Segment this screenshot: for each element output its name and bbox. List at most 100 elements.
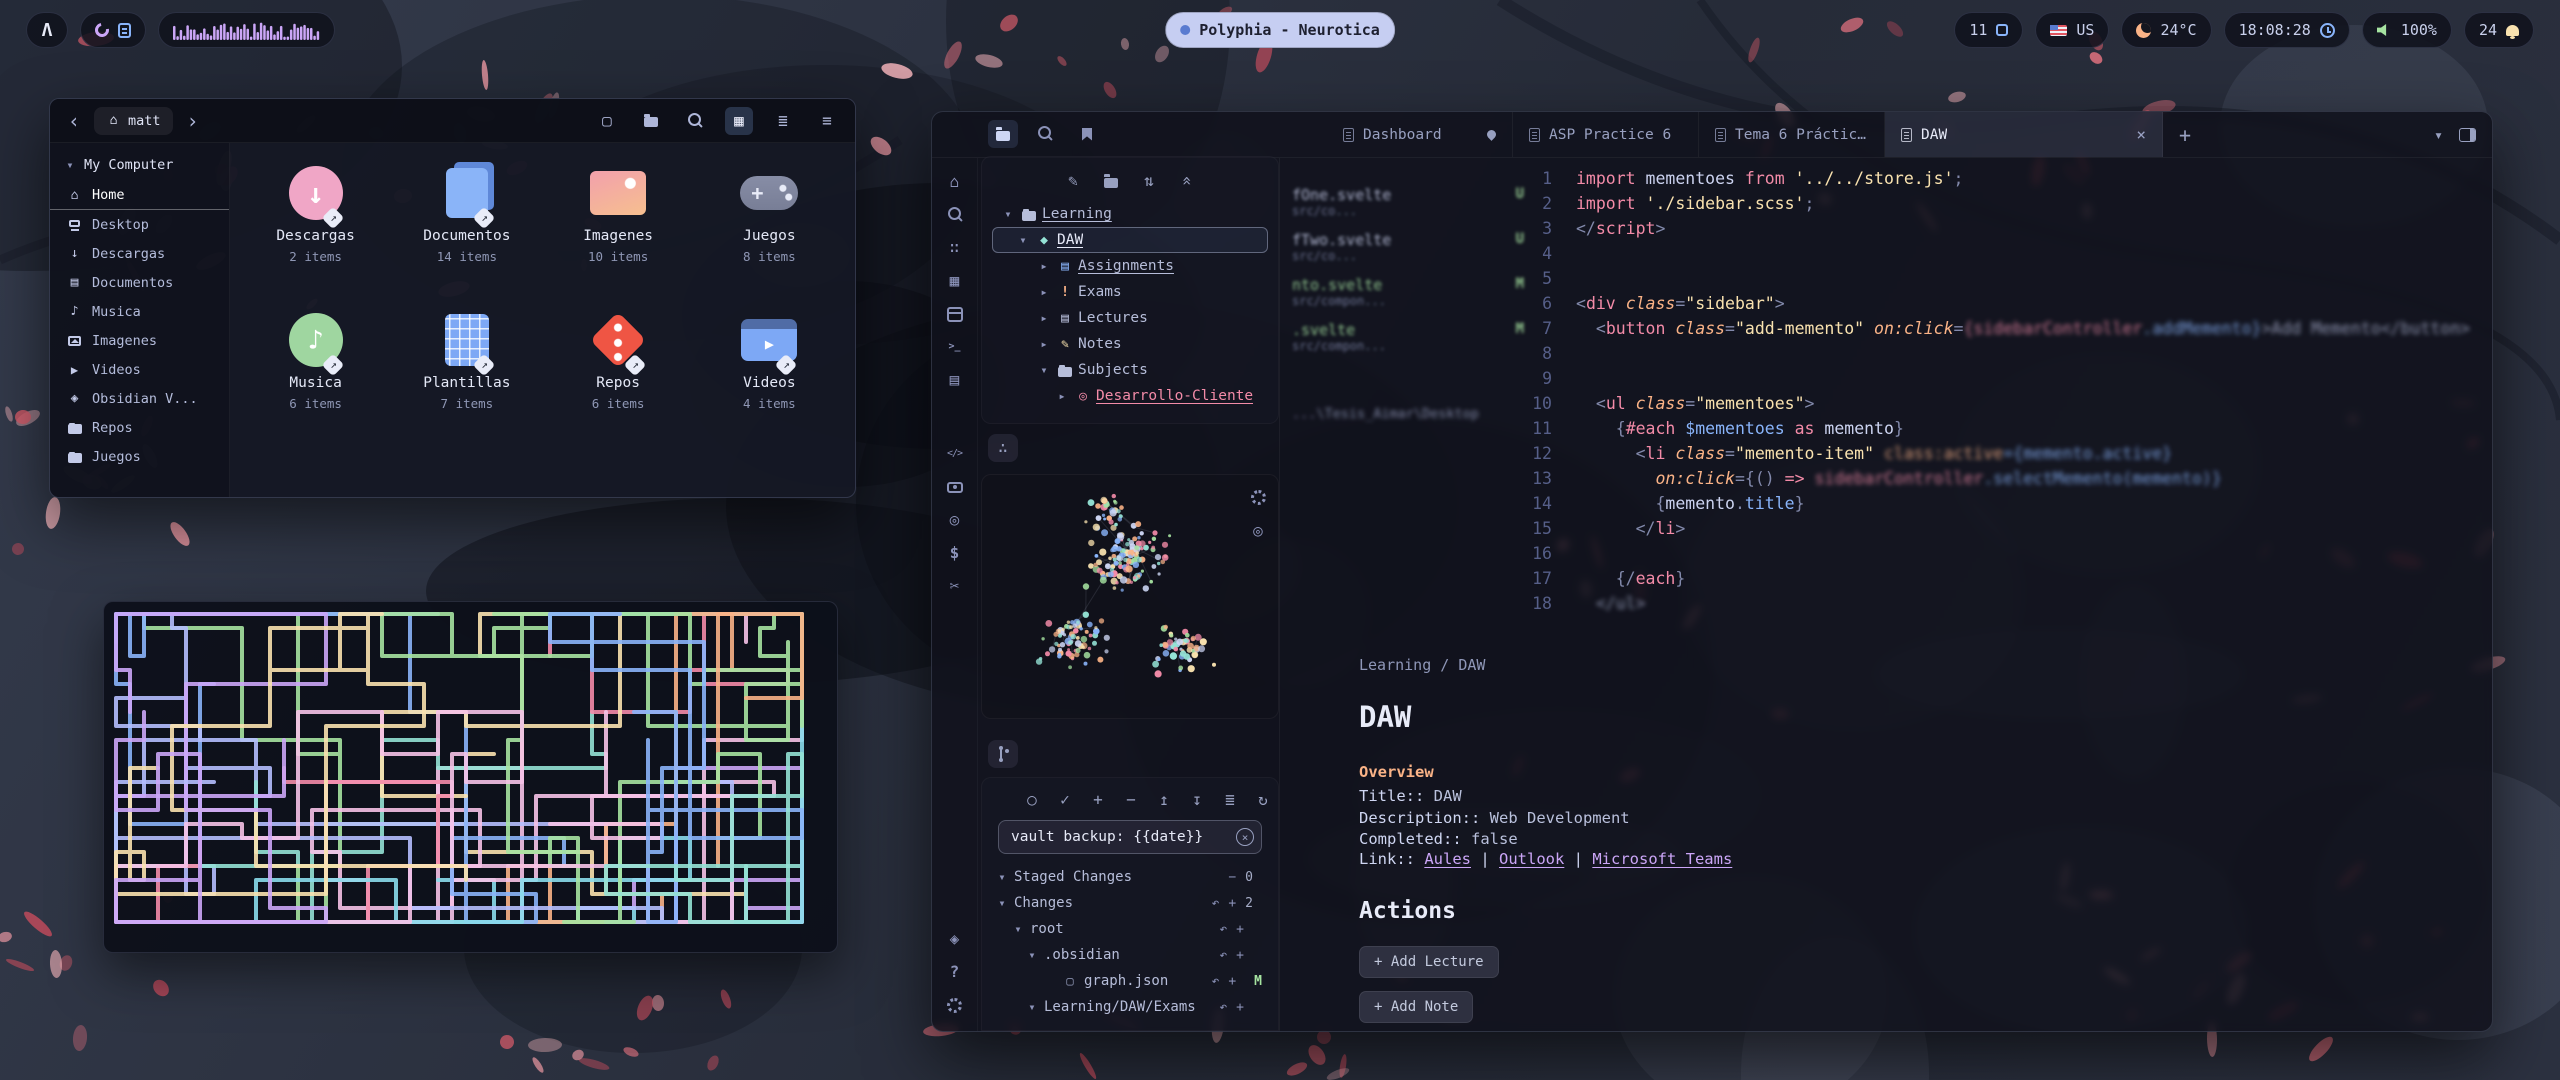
discard-icon[interactable]: ↶: [1212, 896, 1220, 911]
pull-icon[interactable]: [1187, 790, 1207, 810]
sort-icon[interactable]: [1139, 171, 1159, 191]
discard-icon[interactable]: ↶: [1219, 1000, 1227, 1015]
list-view-icon[interactable]: [769, 107, 797, 135]
graph-view-panel[interactable]: [981, 474, 1279, 719]
menu-icon[interactable]: [813, 107, 841, 135]
search-icon[interactable]: [945, 205, 965, 225]
discard-icon[interactable]: ↶: [1219, 948, 1227, 963]
tree-item[interactable]: ▸ Lectures: [992, 305, 1268, 331]
new-folder-icon[interactable]: [637, 107, 665, 135]
target-icon[interactable]: [945, 510, 965, 530]
graph-canvas[interactable]: [982, 475, 1279, 719]
sidebar-section-header[interactable]: ▾ My Computer: [50, 153, 229, 181]
volume-widget[interactable]: 100%: [2362, 12, 2452, 48]
tab[interactable]: Tema 6 Prácticas -... ×: [1699, 112, 1885, 157]
book-icon[interactable]: [945, 370, 965, 390]
stage-icon[interactable]: +: [1228, 974, 1236, 989]
stage-all-icon[interactable]: [1088, 790, 1108, 810]
bookmarks-view-icon[interactable]: [1072, 120, 1102, 148]
canvas-icon[interactable]: [945, 271, 965, 291]
graph-focus-icon[interactable]: [1248, 521, 1268, 541]
breadcrumb[interactable]: matt: [94, 107, 173, 135]
currency-icon[interactable]: [945, 543, 965, 563]
sidebar-item[interactable]: Descargas: [50, 239, 229, 268]
stage-icon[interactable]: +: [1236, 948, 1244, 963]
tab[interactable]: DAW ×: [1885, 112, 2163, 157]
folder-item[interactable]: → Juegos 8 items: [694, 163, 844, 264]
git-change-row[interactable]: ▾ Staged Changes ↶ + − 0: [988, 864, 1272, 890]
git-change-row[interactable]: ▾ Learning/DAW/Exams ↶ + −: [988, 994, 1272, 1020]
weather-widget[interactable]: 24°C: [2121, 12, 2211, 48]
calendar-icon[interactable]: [945, 304, 965, 324]
sidebar-item[interactable]: Musica: [50, 297, 229, 326]
clock-widget[interactable]: 18:08:28: [2224, 12, 2350, 48]
discard-icon[interactable]: ↶: [1219, 922, 1227, 937]
note-link[interactable]: Microsoft Teams: [1592, 850, 1732, 868]
file-manager-titlebar[interactable]: ‹ matt ›: [50, 99, 855, 143]
git-panel-tab[interactable]: [988, 740, 1018, 768]
git-change-row[interactable]: ▾ Changes ↶ + − 2: [988, 890, 1272, 916]
search-view-icon[interactable]: [1030, 120, 1060, 148]
folder-item[interactable]: → Imagenes 10 items: [543, 163, 693, 264]
graph-panel-tab[interactable]: [988, 434, 1018, 462]
workspace-widget[interactable]: [80, 12, 146, 48]
note-link[interactable]: Outlook: [1499, 850, 1564, 868]
tree-item[interactable]: ▾ Learning: [992, 201, 1268, 227]
stage-icon[interactable]: +: [1236, 922, 1244, 937]
stage-icon[interactable]: +: [1236, 1000, 1244, 1015]
unstage-icon[interactable]: −: [1228, 870, 1236, 885]
action-button[interactable]: + Add Note: [1359, 991, 1473, 1023]
updates-widget[interactable]: 11: [1954, 12, 2023, 48]
git-change-row[interactable]: graph.json ↶ + − M: [988, 968, 1272, 994]
collapse-all-icon[interactable]: [1177, 171, 1197, 191]
terminal-icon[interactable]: [945, 337, 965, 357]
tab-list-chevron-icon[interactable]: ▾: [2434, 126, 2443, 144]
graph-settings-icon[interactable]: [1248, 487, 1268, 507]
grid-view-icon[interactable]: [725, 107, 753, 135]
commit-message-input[interactable]: [998, 820, 1262, 854]
change-list-icon[interactable]: [1220, 790, 1240, 810]
tree-item[interactable]: ▾ DAW: [992, 227, 1268, 253]
tree-item[interactable]: ▸ Desarrollo-Cliente: [992, 383, 1268, 409]
sidebar-item[interactable]: Obsidian V...: [50, 384, 229, 413]
commit-icon[interactable]: [1022, 790, 1042, 810]
wallpaper-icon[interactable]: [593, 107, 621, 135]
new-folder-icon[interactable]: [1101, 171, 1121, 191]
sidebar-item[interactable]: Imagenes: [50, 326, 229, 355]
tree-item[interactable]: ▸ Exams: [992, 279, 1268, 305]
snippets-icon[interactable]: [945, 576, 965, 596]
search-icon[interactable]: [681, 107, 709, 135]
folder-item[interactable]: → Descargas 2 items: [241, 163, 391, 264]
note-breadcrumb[interactable]: Learning / DAW: [1359, 656, 1485, 674]
sidebar-item[interactable]: Desktop: [50, 210, 229, 239]
files-view-icon[interactable]: [988, 120, 1018, 148]
tab-pin-icon[interactable]: [1485, 128, 1498, 141]
new-note-icon[interactable]: [1063, 171, 1083, 191]
clear-message-icon[interactable]: ×: [1236, 828, 1254, 846]
folder-item[interactable]: → Plantillas 7 items: [392, 310, 542, 411]
code-icon[interactable]: [945, 444, 965, 464]
tree-item[interactable]: ▸ Assignments: [992, 253, 1268, 279]
tab-close-icon[interactable]: ×: [2136, 125, 2146, 144]
sidebar-item[interactable]: Documentos: [50, 268, 229, 297]
push-icon[interactable]: [1154, 790, 1174, 810]
sidebar-item[interactable]: Home: [50, 181, 229, 210]
folder-item[interactable]: → Documentos 14 items: [392, 163, 542, 264]
keyboard-layout-widget[interactable]: US: [2035, 12, 2109, 48]
tree-item[interactable]: ▸ Notes: [992, 331, 1268, 357]
refresh-icon[interactable]: [1253, 790, 1273, 810]
now-playing-widget[interactable]: Polyphia - Neurotica: [1165, 12, 1395, 48]
discard-icon[interactable]: ↶: [1212, 974, 1220, 989]
random-note-icon[interactable]: [945, 238, 965, 258]
folder-item[interactable]: → Videos 4 items: [694, 310, 844, 411]
new-tab-button[interactable]: +: [2163, 112, 2207, 157]
toggle-right-sidebar-icon[interactable]: [2459, 128, 2476, 142]
folder-item[interactable]: → Musica 6 items: [241, 310, 391, 411]
sidebar-item[interactable]: Videos: [50, 355, 229, 384]
git-change-row[interactable]: ▾ .obsidian ↶ + −: [988, 942, 1272, 968]
home-icon[interactable]: [945, 172, 965, 192]
vault-switcher-icon[interactable]: [945, 929, 965, 949]
editor-pane[interactable]: fOne.svelte U src/co... fTwo.svelte U sr…: [1279, 158, 2492, 1031]
sidebar-item[interactable]: Repos: [50, 413, 229, 442]
camera-icon[interactable]: [945, 477, 965, 497]
